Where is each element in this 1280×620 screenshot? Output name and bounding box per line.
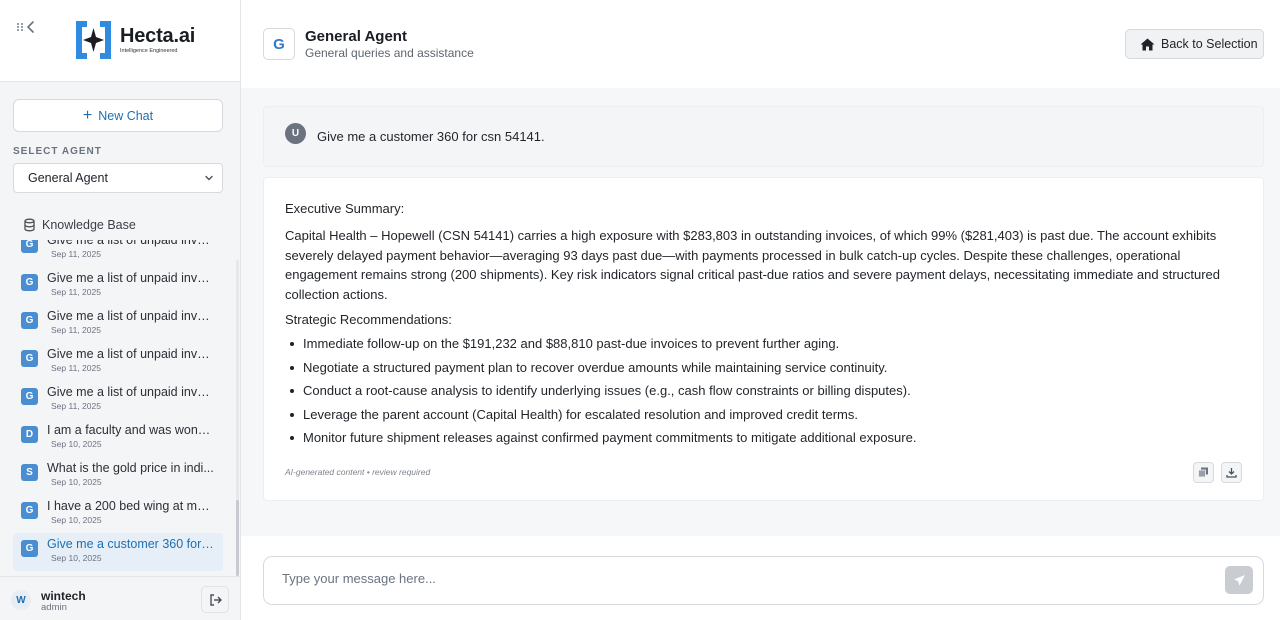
history-title: What is the gold price in indi... [47, 461, 214, 475]
sidebar: Hecta.ai Intelligence Engineered + New C… [0, 0, 241, 620]
user-message: U Give me a customer 360 for csn 54141. [263, 106, 1264, 167]
agent-badge: G [21, 540, 38, 557]
copy-icon [1198, 467, 1208, 478]
user-name: wintech [41, 589, 86, 603]
history-item[interactable]: S What is the gold price in indi... Sep 1… [13, 457, 223, 495]
recommendations-list: Immediate follow-up on the $191,232 and … [285, 335, 1245, 447]
history-date: Sep 11, 2025 [51, 249, 101, 259]
download-icon [1226, 468, 1237, 478]
send-button[interactable] [1225, 566, 1253, 594]
logo-mark-icon [76, 21, 111, 59]
history-date: Sep 10, 2025 [51, 553, 102, 563]
agent-badge: D [21, 426, 38, 443]
summary-text: Capital Health – Hopewell (CSN 54141) ca… [285, 228, 1221, 302]
history-title: I am a faculty and was wond... [47, 423, 215, 437]
history-date: Sep 11, 2025 [51, 401, 101, 411]
logo-name: Hecta.ai [120, 25, 196, 47]
logout-button[interactable] [201, 586, 229, 613]
history-title: Give me a list of unpaid invoi... [47, 347, 215, 361]
message-composer [263, 556, 1264, 605]
main-panel: G General Agent General queries and assi… [241, 0, 1280, 620]
history-date: Sep 10, 2025 [51, 439, 102, 449]
composer-area [241, 536, 1280, 620]
recommendation-item: Monitor future shipment releases against… [285, 429, 1245, 447]
agent-avatar: G [263, 28, 295, 60]
history-title: Give me a list of unpaid invoices [47, 240, 215, 247]
agent-badge: G [21, 502, 38, 519]
user-avatar: W [11, 590, 31, 610]
collapse-sidebar-button[interactable] [16, 20, 36, 34]
back-to-selection-button[interactable]: Back to Selection [1125, 29, 1264, 59]
history-item[interactable]: G Give me a list of unpaid invoi... Sep 1… [13, 343, 223, 381]
history-item[interactable]: G Give me a list of unpaid invoi... Sep 1… [13, 305, 223, 343]
history-item[interactable]: G Give me a list of unpaid invoi... Sep 1… [13, 381, 223, 419]
logo-tagline: Intelligence Engineered [120, 48, 178, 54]
chevron-down-icon [205, 175, 213, 181]
recommendation-item: Immediate follow-up on the $191,232 and … [285, 335, 1245, 353]
history-date: Sep 10, 2025 [51, 515, 102, 525]
history-item[interactable]: G Give me a list of unpaid invoi... Sep 1… [13, 267, 223, 305]
user-role: admin [41, 602, 67, 613]
summary-heading: Executive Summary: [285, 201, 405, 216]
download-button[interactable] [1221, 462, 1242, 483]
history-date: Sep 10, 2025 [51, 477, 102, 487]
scrollbar-thumb[interactable] [236, 500, 239, 576]
logo: Hecta.ai Intelligence Engineered [74, 19, 195, 61]
chat-history-list: G Give me a list of unpaid invoices Sep 1… [0, 240, 241, 575]
chevron-left-icon [26, 21, 34, 33]
back-button-label: Back to Selection [1161, 37, 1258, 51]
agent-name: General Agent [305, 28, 407, 45]
new-chat-button[interactable]: + New Chat [13, 99, 223, 132]
agent-badge: G [21, 274, 38, 291]
agent-badge: G [21, 240, 38, 253]
recommendation-item: Conduct a root-cause analysis to identif… [285, 382, 1245, 400]
recommendation-item: Leverage the parent account (Capital Hea… [285, 406, 1245, 424]
copy-button[interactable] [1193, 462, 1214, 483]
assistant-message: Executive Summary: Capital Health – Hope… [263, 177, 1264, 501]
agent-badge: G [21, 350, 38, 367]
home-icon [1140, 38, 1155, 50]
user-message-avatar: U [285, 123, 306, 144]
ai-disclaimer: AI-generated content • review required [285, 467, 431, 477]
drag-handle-icon [17, 23, 23, 31]
history-title: Give me a list of unpaid invoi... [47, 271, 215, 285]
agent-badge: G [21, 312, 38, 329]
history-item[interactable]: G I have a 200 bed wing at my ... Sep 10,… [13, 495, 223, 533]
history-item[interactable]: G Give me a list of unpaid invoices Sep 1… [13, 240, 223, 267]
knowledge-base-label: Knowledge Base [42, 218, 136, 232]
history-item[interactable]: D I am a faculty and was wond... Sep 10, … [13, 419, 223, 457]
database-icon [24, 218, 35, 232]
history-title: Give me a customer 360 for ... [47, 537, 215, 551]
plus-icon: + [82, 106, 93, 124]
recommendation-item: Negotiate a structured payment plan to r… [285, 359, 1245, 377]
history-date: Sep 11, 2025 [51, 287, 101, 297]
history-title: Give me a list of unpaid invoi... [47, 309, 215, 323]
sidebar-header: Hecta.ai Intelligence Engineered [0, 0, 240, 82]
knowledge-base-link[interactable]: Knowledge Base [23, 218, 136, 232]
history-date: Sep 11, 2025 [51, 325, 101, 335]
message-input[interactable] [282, 571, 1182, 586]
history-title: Give me a list of unpaid invoi... [47, 385, 215, 399]
user-message-text: Give me a customer 360 for csn 54141. [317, 129, 545, 144]
logout-icon [209, 593, 222, 606]
user-profile: W wintech admin [0, 576, 240, 620]
select-agent-label: SELECT AGENT [13, 146, 102, 157]
app-window: Hecta.ai Intelligence Engineered + New C… [0, 0, 1280, 620]
new-chat-label: New Chat [98, 108, 154, 123]
agent-badge: S [21, 464, 38, 481]
agent-select[interactable]: General Agent [13, 163, 223, 193]
history-item-active[interactable]: G Give me a customer 360 for ... Sep 10, … [13, 533, 223, 571]
agent-select-value: General Agent [28, 171, 108, 185]
history-title: I have a 200 bed wing at my ... [47, 499, 215, 513]
history-scrollbar[interactable] [236, 260, 239, 576]
history-date: Sep 11, 2025 [51, 363, 101, 373]
agent-description: General queries and assistance [305, 46, 474, 60]
send-icon [1233, 574, 1245, 585]
agent-badge: G [21, 388, 38, 405]
chat-header: G General Agent General queries and assi… [241, 0, 1280, 88]
recommendations-heading: Strategic Recommendations: [285, 312, 452, 327]
